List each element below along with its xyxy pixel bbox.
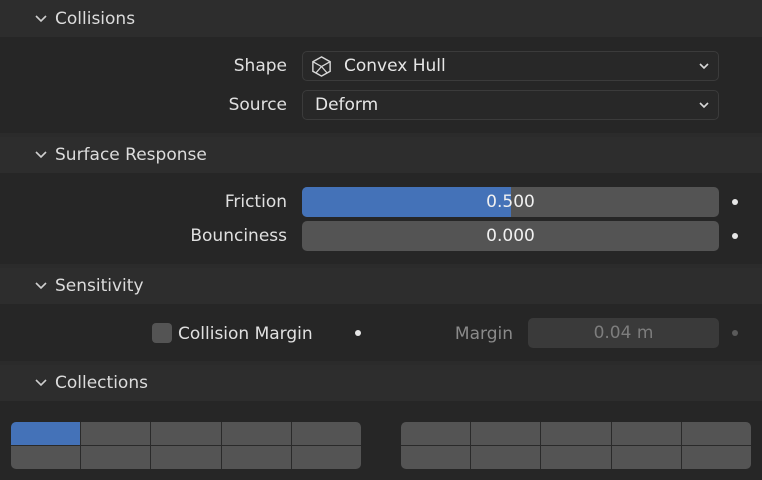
collection-layer-button[interactable] [541, 446, 611, 469]
collection-layer-button[interactable] [81, 422, 151, 445]
collisions-panel-header[interactable]: Collisions [0, 0, 762, 37]
collection-layer-button[interactable] [151, 422, 221, 445]
panel-title: Collections [55, 373, 148, 393]
collection-layer-button[interactable] [401, 422, 471, 445]
margin-field[interactable]: 0.04 m [528, 318, 719, 348]
margin-keyframe-dot[interactable] [732, 330, 738, 336]
bounciness-label: Bounciness [190, 226, 287, 246]
collection-layer-button[interactable] [611, 422, 681, 445]
source-dropdown[interactable]: Deform [302, 90, 719, 120]
chevron-down-icon [699, 102, 709, 109]
chevron-down-icon [35, 14, 47, 22]
chevron-down-icon [35, 151, 47, 159]
panel-title: Sensitivity [55, 276, 144, 296]
margin-value: 0.04 m [593, 323, 654, 343]
chevron-down-icon [699, 63, 709, 70]
collision-margin-label[interactable]: Collision Margin [178, 324, 313, 344]
chevron-down-icon [35, 282, 47, 290]
collection-layer-button[interactable] [471, 446, 541, 469]
collection-layer-button[interactable] [221, 422, 291, 445]
panel-title: Surface Response [55, 145, 207, 165]
source-value: Deform [315, 95, 379, 115]
collision-margin-checkbox[interactable] [152, 323, 172, 343]
collisions-panel-body: Shape Convex Hull Source Deform [0, 37, 762, 133]
collision-margin-keyframe-dot[interactable] [355, 330, 361, 336]
bounciness-slider[interactable]: 0.000 [302, 221, 719, 251]
collection-layer-button[interactable] [401, 446, 471, 469]
collection-layer-button[interactable] [221, 446, 291, 469]
shape-dropdown[interactable]: Convex Hull [302, 51, 719, 81]
collection-layer-button[interactable] [81, 446, 151, 469]
collection-layers-group-2 [401, 422, 751, 469]
collection-layer-button[interactable] [471, 422, 541, 445]
margin-label: Margin [454, 324, 513, 344]
sensitivity-panel-body: Collision Margin Margin 0.04 m [0, 304, 762, 361]
friction-slider[interactable]: 0.500 [302, 187, 719, 217]
collection-layer-button[interactable] [291, 446, 361, 469]
collection-layers-group-1 [11, 422, 361, 469]
panel-title: Collisions [55, 8, 136, 29]
shape-value: Convex Hull [344, 56, 446, 76]
bounciness-value: 0.000 [486, 226, 535, 246]
collection-layer-button[interactable] [611, 446, 681, 469]
sensitivity-panel-header[interactable]: Sensitivity [0, 268, 762, 304]
collection-layer-button[interactable] [291, 422, 361, 445]
bounciness-keyframe-dot[interactable] [732, 233, 738, 239]
friction-keyframe-dot[interactable] [732, 199, 738, 205]
collection-layer-button[interactable] [681, 422, 751, 445]
collection-layer-button[interactable] [151, 446, 221, 469]
collection-layer-button[interactable] [11, 446, 81, 469]
chevron-down-icon [35, 379, 47, 387]
friction-value: 0.500 [486, 192, 535, 212]
friction-label: Friction [224, 192, 287, 212]
source-label: Source [228, 95, 287, 115]
shape-label: Shape [233, 56, 287, 76]
surface-response-panel-body: Friction 0.500 Bounciness 0.000 [0, 173, 762, 264]
collections-panel-header[interactable]: Collections [0, 365, 762, 401]
collection-layer-button[interactable] [11, 422, 81, 445]
collection-layer-button[interactable] [541, 422, 611, 445]
convex-hull-icon [312, 56, 331, 77]
surface-response-panel-header[interactable]: Surface Response [0, 137, 762, 173]
collection-layer-button[interactable] [681, 446, 751, 469]
